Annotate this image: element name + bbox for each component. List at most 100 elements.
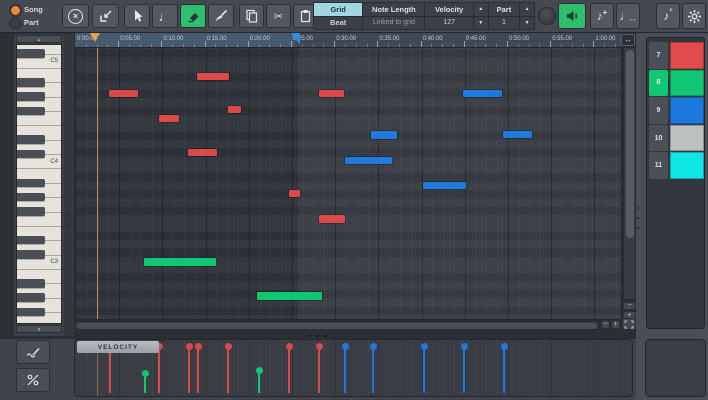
piano-roll-grid[interactable] bbox=[75, 47, 622, 320]
velocity-dot[interactable] bbox=[421, 343, 428, 350]
vertical-scrollbar[interactable] bbox=[623, 47, 636, 300]
piano-key-black[interactable] bbox=[17, 293, 45, 302]
add-note-button[interactable]: ♪ + bbox=[590, 3, 614, 29]
part-value[interactable]: 1 bbox=[489, 16, 520, 30]
expand-view-button[interactable] bbox=[622, 318, 636, 330]
note-length-value[interactable]: Linked to grid bbox=[363, 16, 424, 30]
midi-note[interactable] bbox=[345, 157, 392, 164]
piano-key-black[interactable] bbox=[17, 78, 45, 87]
fit-width-button[interactable]: ↔ bbox=[621, 34, 635, 46]
part-end-marker[interactable] bbox=[291, 33, 300, 45]
track-color-swatch[interactable] bbox=[670, 70, 704, 97]
piano-key-black[interactable] bbox=[17, 107, 45, 116]
midi-note[interactable] bbox=[463, 90, 502, 97]
midi-note[interactable] bbox=[188, 149, 217, 156]
track-color-swatch[interactable] bbox=[670, 42, 704, 69]
timeline-ruler[interactable]: 0:00.000:05.000:10.000:15.000:20.000:25.… bbox=[75, 33, 621, 48]
piano-key-black[interactable] bbox=[17, 179, 45, 188]
track-number[interactable]: 10 bbox=[649, 125, 668, 152]
midi-note[interactable] bbox=[144, 258, 216, 266]
velocity-stem[interactable] bbox=[227, 346, 229, 393]
copy-button[interactable] bbox=[239, 4, 264, 28]
keyboard-scroll-down[interactable]: ▼ bbox=[16, 325, 62, 333]
grid-toggle[interactable]: Grid bbox=[314, 3, 362, 16]
piano-key-black[interactable] bbox=[17, 92, 45, 101]
velocity-stem[interactable] bbox=[288, 346, 290, 393]
midi-note[interactable] bbox=[371, 131, 397, 139]
velocity-stem[interactable] bbox=[109, 348, 111, 393]
velocity-dot[interactable] bbox=[142, 370, 149, 377]
velocity-dot[interactable] bbox=[286, 343, 293, 350]
piano-key-black[interactable] bbox=[17, 150, 45, 159]
velocity-dot[interactable] bbox=[461, 343, 468, 350]
velocity-dot[interactable] bbox=[256, 367, 263, 374]
piano-key-black[interactable] bbox=[17, 193, 45, 202]
eraser-tool-button[interactable] bbox=[180, 4, 206, 28]
beat-toggle[interactable]: Beat bbox=[314, 16, 362, 30]
midi-note[interactable] bbox=[423, 182, 466, 189]
clear-button[interactable]: × bbox=[62, 4, 89, 28]
track-number[interactable]: 8 bbox=[649, 70, 668, 97]
midi-note[interactable] bbox=[228, 106, 241, 113]
midi-note[interactable] bbox=[109, 90, 138, 97]
velocity-dot[interactable] bbox=[225, 343, 232, 350]
velocity-lane[interactable]: VELOCITY bbox=[74, 339, 633, 397]
piano-key-black[interactable] bbox=[17, 250, 45, 259]
piano-key-black[interactable] bbox=[17, 308, 45, 317]
brush-tool-button[interactable] bbox=[208, 4, 234, 28]
note-options-button[interactable]: ♪ ° bbox=[656, 3, 680, 29]
midi-note[interactable] bbox=[197, 73, 229, 80]
midi-note[interactable] bbox=[319, 215, 345, 223]
midi-note[interactable] bbox=[257, 292, 322, 300]
note-length-button[interactable]: ♩ -- bbox=[616, 3, 640, 29]
zoom-out-vertical-button[interactable]: − bbox=[623, 302, 636, 310]
midi-note[interactable] bbox=[159, 115, 179, 122]
settings-button[interactable] bbox=[682, 3, 706, 29]
track-color-swatch[interactable] bbox=[670, 125, 704, 152]
piano-key-black[interactable] bbox=[17, 135, 45, 144]
draw-velocity-tool[interactable] bbox=[16, 340, 50, 364]
velocity-stem[interactable] bbox=[158, 346, 160, 393]
midi-note[interactable] bbox=[289, 190, 300, 197]
midi-note[interactable] bbox=[319, 90, 344, 97]
velocity-stem[interactable] bbox=[372, 346, 374, 393]
midi-note[interactable] bbox=[503, 131, 532, 138]
velocity-dot[interactable] bbox=[501, 343, 508, 350]
velocity-dot[interactable] bbox=[342, 343, 349, 350]
velocity-dot[interactable] bbox=[370, 343, 377, 350]
piano-key-black[interactable] bbox=[17, 207, 45, 216]
velocity-stem[interactable] bbox=[197, 346, 199, 393]
velocity-stem[interactable] bbox=[423, 346, 425, 393]
playhead-marker[interactable] bbox=[90, 33, 100, 42]
song-radio[interactable] bbox=[9, 4, 22, 17]
horizontal-scrollbar-thumb[interactable] bbox=[77, 323, 597, 329]
velocity-stem[interactable] bbox=[503, 346, 505, 393]
velocity-stem[interactable] bbox=[318, 346, 320, 393]
part-radio[interactable] bbox=[9, 17, 22, 30]
piano-keyboard[interactable] bbox=[16, 44, 62, 324]
knob[interactable] bbox=[538, 7, 556, 25]
velocity-stem[interactable] bbox=[188, 346, 190, 393]
keyboard-splitter[interactable] bbox=[64, 34, 74, 336]
velocity-stem[interactable] bbox=[344, 346, 346, 393]
piano-key-black[interactable] bbox=[17, 236, 45, 245]
track-number[interactable]: 7 bbox=[649, 42, 668, 69]
zoom-in-horizontal-button[interactable]: + bbox=[611, 320, 620, 329]
velocity-down-button[interactable]: ▼ bbox=[474, 16, 488, 30]
piano-key-black[interactable] bbox=[17, 49, 45, 58]
scale-velocity-tool[interactable] bbox=[16, 368, 50, 392]
track-color-swatch[interactable] bbox=[670, 97, 704, 124]
velocity-up-button[interactable]: ▲ bbox=[474, 3, 488, 16]
cut-button[interactable]: ✂ bbox=[266, 4, 291, 28]
velocity-dot[interactable] bbox=[195, 343, 202, 350]
part-up-button[interactable]: ▲ bbox=[520, 3, 534, 16]
velocity-dot[interactable] bbox=[186, 343, 193, 350]
monitor-button[interactable] bbox=[558, 3, 586, 29]
velocity-dot[interactable] bbox=[316, 343, 323, 350]
part-down-button[interactable]: ▼ bbox=[520, 16, 534, 30]
horizontal-scrollbar[interactable] bbox=[75, 321, 599, 330]
track-number[interactable]: 9 bbox=[649, 97, 668, 124]
velocity-stem[interactable] bbox=[463, 346, 465, 393]
velocity-value[interactable]: 127 bbox=[425, 16, 472, 30]
zoom-out-horizontal-button[interactable]: − bbox=[601, 320, 610, 329]
